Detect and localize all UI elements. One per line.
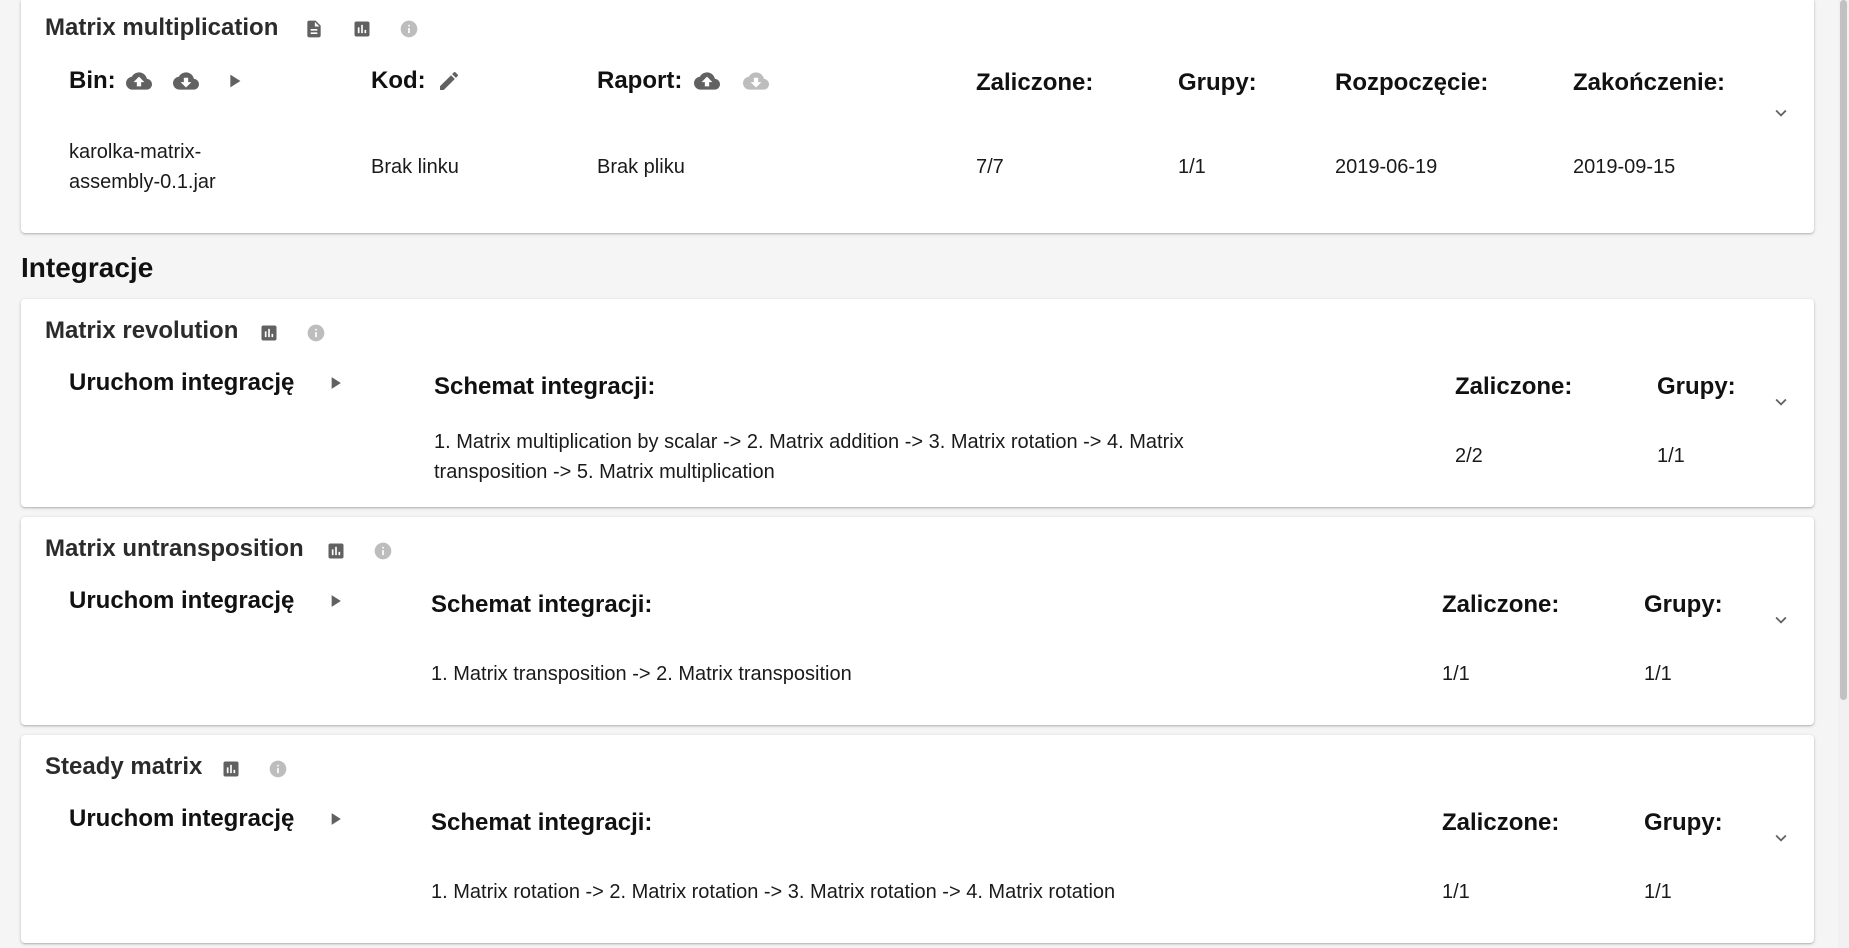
- chevron-down-icon[interactable]: [1770, 609, 1792, 631]
- zaliczone-header: Zaliczone:: [1442, 809, 1560, 836]
- raport-header: Raport:: [597, 67, 683, 94]
- run-integration-button[interactable]: Uruchom integrację: [69, 804, 294, 834]
- zaliczone-header: Zaliczone:: [1442, 591, 1560, 618]
- task-card-matrix-multiplication: Matrix multiplication Bin: Kod: Raport: …: [21, 0, 1814, 233]
- kod-header: Kod:: [371, 67, 426, 94]
- integrations-heading: Integracje: [21, 252, 154, 283]
- bin-header: Bin:: [69, 67, 116, 94]
- zaliczone-header: Zaliczone:: [1455, 373, 1573, 400]
- pencil-icon[interactable]: [437, 69, 461, 93]
- grupy-value: 1/1: [1644, 663, 1672, 685]
- bar-chart-icon[interactable]: [221, 759, 241, 779]
- schema-header: Schemat integracji:: [434, 373, 656, 400]
- zakonczenie-value: 2019-09-15: [1573, 156, 1676, 178]
- bar-chart-icon[interactable]: [259, 323, 279, 343]
- grupy-value: 1/1: [1644, 881, 1672, 903]
- chevron-down-icon[interactable]: [1770, 827, 1792, 849]
- document-icon[interactable]: [304, 19, 324, 39]
- schema-value: 1. Matrix rotation -> 2. Matrix rotation…: [431, 881, 1116, 903]
- bar-chart-icon[interactable]: [352, 19, 372, 39]
- integration-title: Matrix revolution: [45, 317, 239, 344]
- schema-value: 1. Matrix multiplication by scalar -> 2.…: [434, 431, 1184, 483]
- info-icon[interactable]: [268, 759, 288, 779]
- info-icon[interactable]: [306, 323, 326, 343]
- integration-card-matrix-revolution: Matrix revolution Uruchom integrację Sch…: [21, 299, 1814, 507]
- zaliczone-value: 1/1: [1442, 663, 1470, 685]
- play-icon[interactable]: [325, 809, 345, 829]
- cloud-download-icon[interactable]: [173, 68, 199, 94]
- kod-value: Brak linku: [371, 156, 459, 178]
- bar-chart-icon[interactable]: [326, 541, 346, 561]
- zaliczone-value: 1/1: [1442, 881, 1470, 903]
- integration-card-matrix-untransposition: Matrix untransposition Uruchom integracj…: [21, 517, 1814, 725]
- raport-value: Brak pliku: [597, 156, 685, 178]
- rozpoczecie-header: Rozpoczęcie:: [1335, 69, 1489, 96]
- info-icon[interactable]: [399, 19, 419, 39]
- chevron-down-icon[interactable]: [1770, 102, 1792, 124]
- grupy-header: Grupy:: [1657, 373, 1736, 400]
- task-title: Matrix multiplication: [45, 14, 279, 41]
- run-integration-button[interactable]: Uruchom integrację: [69, 368, 294, 398]
- zaliczone-value: 7/7: [976, 156, 1004, 178]
- schema-value: 1. Matrix transposition -> 2. Matrix tra…: [431, 663, 852, 685]
- bin-file-name-line1: karolka-matrix-: [69, 141, 202, 163]
- cloud-upload-icon[interactable]: [126, 68, 152, 94]
- grupy-header: Grupy:: [1178, 69, 1257, 96]
- zaliczone-value: 2/2: [1455, 445, 1483, 467]
- integration-card-steady-matrix: Steady matrix Uruchom integrację Schemat…: [21, 735, 1814, 943]
- rozpoczecie-value: 2019-06-19: [1335, 156, 1438, 178]
- info-icon[interactable]: [373, 541, 393, 561]
- integration-title: Steady matrix: [45, 753, 203, 780]
- scrollbar-thumb[interactable]: [1840, 0, 1847, 700]
- grupy-value: 1/1: [1657, 445, 1685, 467]
- schema-header: Schemat integracji:: [431, 591, 653, 618]
- zakonczenie-header: Zakończenie:: [1573, 69, 1726, 96]
- chevron-down-icon[interactable]: [1770, 391, 1792, 413]
- play-icon[interactable]: [325, 373, 345, 393]
- grupy-header: Grupy:: [1644, 591, 1723, 618]
- cloud-download-icon: [743, 68, 769, 94]
- bin-file-name-line2: assembly-0.1.jar: [69, 171, 216, 193]
- cloud-upload-icon[interactable]: [694, 68, 720, 94]
- run-integration-button[interactable]: Uruchom integrację: [69, 586, 294, 616]
- play-icon[interactable]: [223, 70, 245, 92]
- play-icon[interactable]: [325, 591, 345, 611]
- grupy-header: Grupy:: [1644, 809, 1723, 836]
- zaliczone-header: Zaliczone:: [976, 69, 1094, 96]
- page-scrollbar[interactable]: [1838, 0, 1849, 948]
- integration-title: Matrix untransposition: [45, 535, 304, 562]
- schema-header: Schemat integracji:: [431, 809, 653, 836]
- grupy-value: 1/1: [1178, 156, 1206, 178]
